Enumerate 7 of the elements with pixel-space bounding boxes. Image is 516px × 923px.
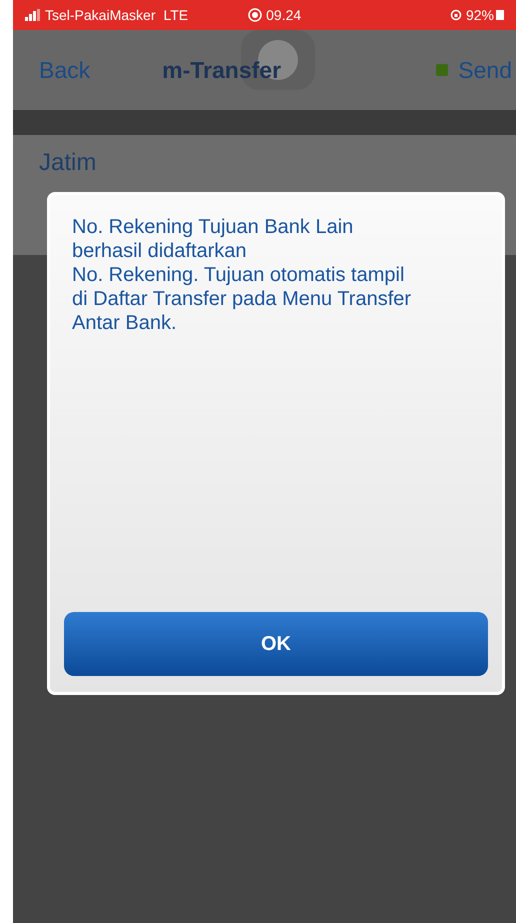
- clock-time: 09.24: [266, 6, 302, 24]
- network-type: LTE: [163, 6, 188, 24]
- carrier-name: Tsel-PakaiMasker: [45, 6, 156, 24]
- dialog-message: No. Rekening Tujuan Bank Lain berhasil didaftarkan No. Rekening. Tujuan otomatis tampil di Daftar Transfer pada Menu Transfer Antar Bank.: [71, 215, 412, 335]
- battery-percent: 92%: [466, 6, 494, 24]
- bank-name: Jatim: [39, 149, 96, 176]
- screen-title: m-Transfer: [162, 56, 282, 85]
